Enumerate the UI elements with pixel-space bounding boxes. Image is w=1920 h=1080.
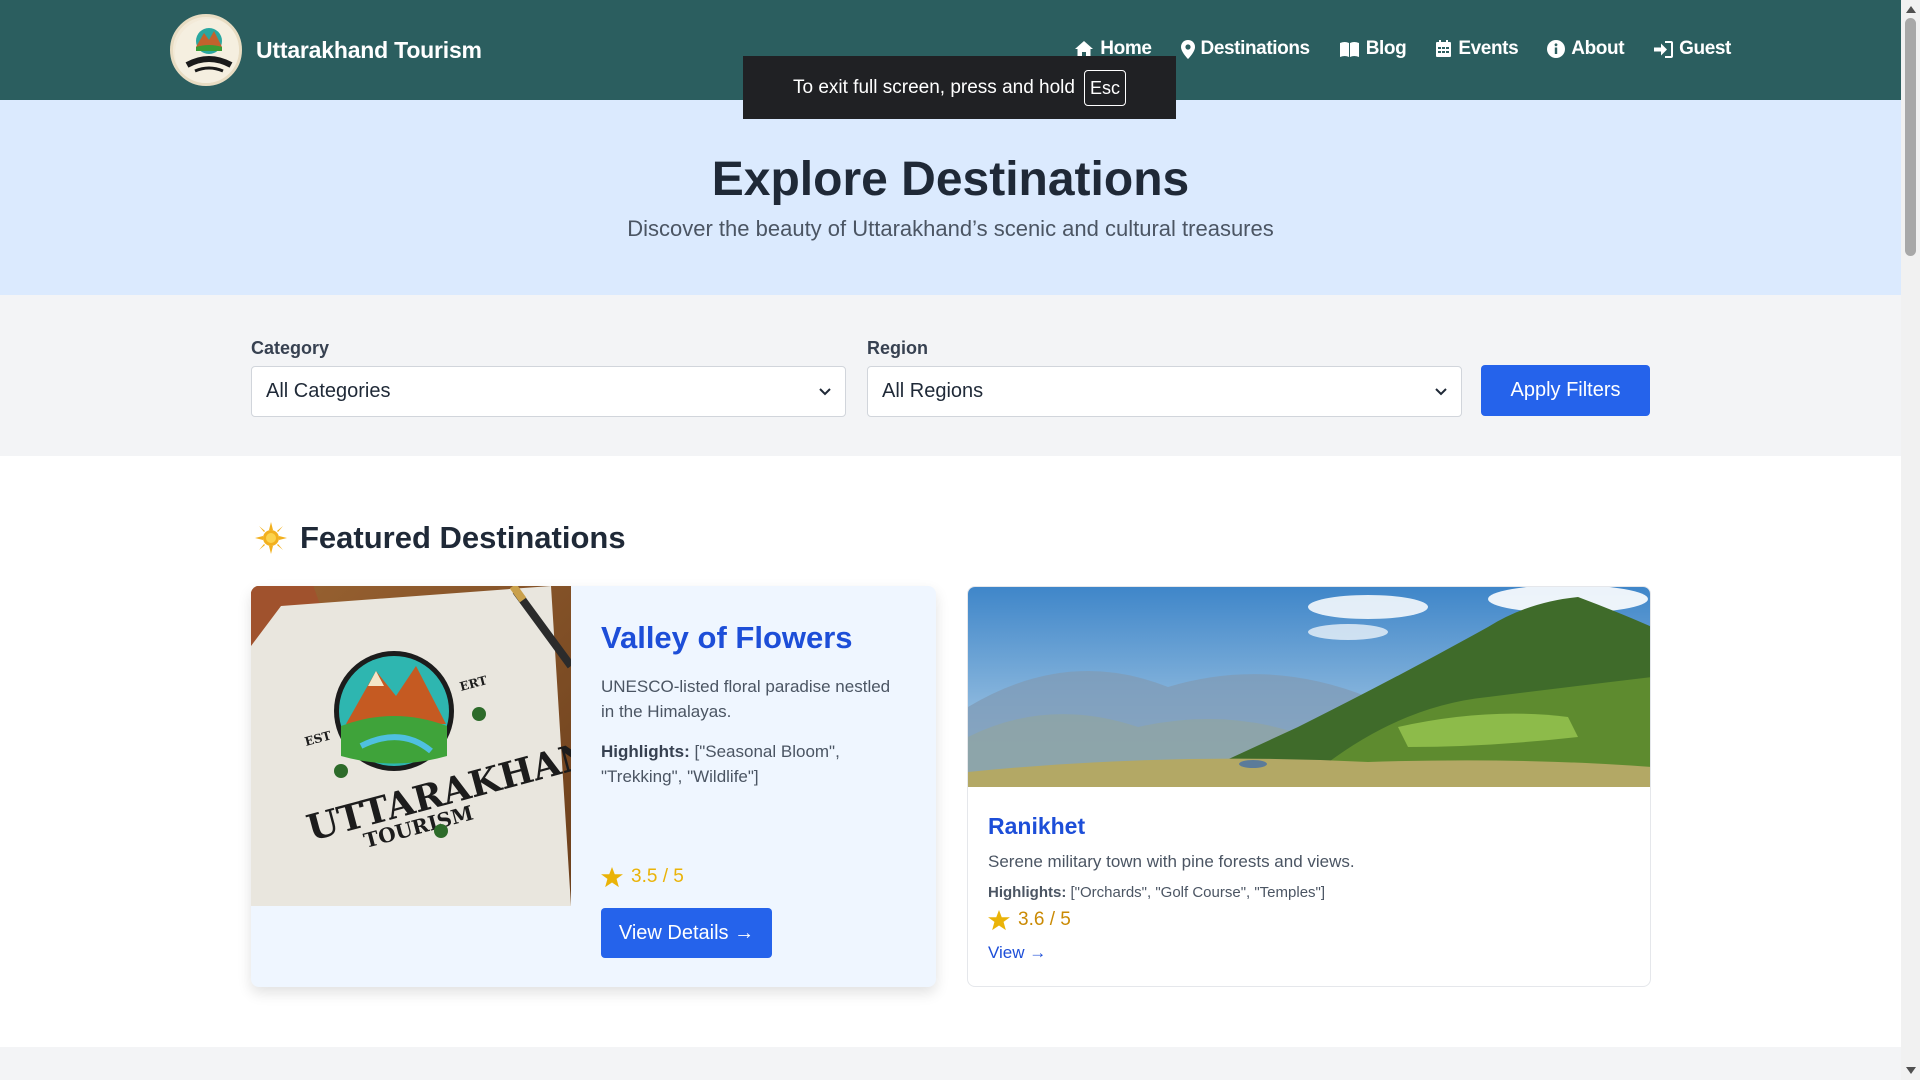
chevron-down-icon — [819, 387, 831, 395]
page-subtitle: Discover the beauty of Uttarakhand’s sce… — [627, 216, 1274, 241]
category-label: Category — [251, 338, 330, 358]
nav-guest[interactable]: Guest — [1653, 38, 1731, 60]
ranikhet-image — [968, 587, 1650, 787]
region-filter: Region All Regions — [867, 338, 1462, 417]
nav-destinations-label: Destinations — [1200, 38, 1311, 59]
nav-blog-label: Blog — [1365, 38, 1407, 59]
destination-description: UNESCO-listed floral paradise nestled in… — [601, 677, 891, 721]
rating-value: 3.5 / 5 — [631, 866, 684, 887]
view-link[interactable]: View → — [988, 943, 1046, 963]
destination-description: Serene military town with pine forests a… — [988, 852, 1355, 871]
nav-about-label: About — [1571, 38, 1625, 59]
region-select[interactable]: All Regions — [867, 366, 1462, 417]
destination-card-ranikhet: Ranikhet Serene military town with pine … — [967, 586, 1651, 987]
scroll-down-arrow-icon[interactable] — [1906, 1067, 1916, 1074]
valley-of-flowers-image: EST ERT UTTARAKHAND TOURISM — [251, 586, 571, 906]
category-select[interactable]: All Categories — [251, 366, 846, 417]
region-selected-value: All Regions — [882, 380, 984, 402]
destination-rating: 3.6 / 5 — [988, 909, 1071, 931]
main-card-body: Valley of Flowers UNESCO-listed floral p… — [601, 620, 906, 789]
destination-title[interactable]: Valley of Flowers — [601, 620, 906, 656]
nav-blog[interactable]: Blog — [1339, 38, 1407, 60]
highlights-label: Highlights: — [601, 742, 690, 761]
scrollbar-thumb[interactable] — [1905, 18, 1916, 256]
rating-value: 3.6 / 5 — [1018, 909, 1071, 930]
hero-section: Explore Destinations Discover the beauty… — [0, 100, 1901, 295]
featured-heading-text: Featured Destinations — [300, 520, 626, 555]
category-selected-value: All Categories — [266, 380, 391, 402]
calendar-icon — [1436, 40, 1452, 57]
destination-rating: 3.5 / 5 — [601, 866, 684, 888]
chevron-down-icon — [1435, 387, 1447, 395]
page-title: Explore Destinations — [711, 153, 1190, 206]
next-section-band — [0, 1047, 1901, 1080]
brand-title: Uttarakhand Tourism — [256, 36, 482, 63]
apply-filters-button[interactable]: Apply Filters — [1481, 365, 1650, 416]
fullscreen-exit-toast: To exit full screen, press and hold Esc — [743, 56, 1176, 119]
sparkle-icon — [255, 522, 287, 554]
region-label: Region — [867, 338, 928, 358]
map-pin-icon — [1180, 39, 1195, 59]
category-filter: Category All Categories — [251, 338, 846, 417]
fullscreen-toast-message: To exit full screen, press and hold — [792, 76, 1075, 98]
uttarakhand-tourism-logo-icon — [170, 14, 242, 86]
view-details-button[interactable]: View Details → — [601, 908, 772, 958]
scroll-up-arrow-icon[interactable] — [1906, 6, 1916, 13]
filters-section: Category All Categories Region All Regio… — [0, 295, 1901, 456]
highlights-value: ["Orchards", "Golf Course", "Temples"] — [1070, 884, 1326, 901]
sign-in-icon — [1654, 40, 1674, 58]
featured-heading: Featured Destinations — [254, 520, 626, 556]
book-icon — [1339, 41, 1359, 57]
esc-key-hint: Esc — [1083, 69, 1126, 106]
brand[interactable]: Uttarakhand Tourism — [170, 14, 482, 86]
featured-card-valley-of-flowers: EST ERT UTTARAKHAND TOURISM Valley of Fl… — [251, 586, 936, 987]
nav-guest-label: Guest — [1679, 38, 1731, 59]
nav-events-label: Events — [1458, 38, 1519, 59]
destination-highlights: Highlights: ["Orchards", "Golf Course", … — [988, 884, 1325, 901]
star-icon — [601, 866, 623, 887]
nav-events[interactable]: Events — [1435, 38, 1519, 60]
page-scrollbar[interactable] — [1901, 0, 1920, 1080]
info-icon — [1547, 40, 1566, 58]
nav-destinations[interactable]: Destinations — [1180, 38, 1311, 60]
nav-about[interactable]: About — [1547, 38, 1625, 60]
highlights-label: Highlights: — [988, 884, 1067, 901]
destination-highlights: Highlights: ["Seasonal Bloom", "Trekking… — [601, 739, 906, 789]
destination-title[interactable]: Ranikhet — [988, 813, 1085, 840]
star-icon — [988, 909, 1010, 930]
